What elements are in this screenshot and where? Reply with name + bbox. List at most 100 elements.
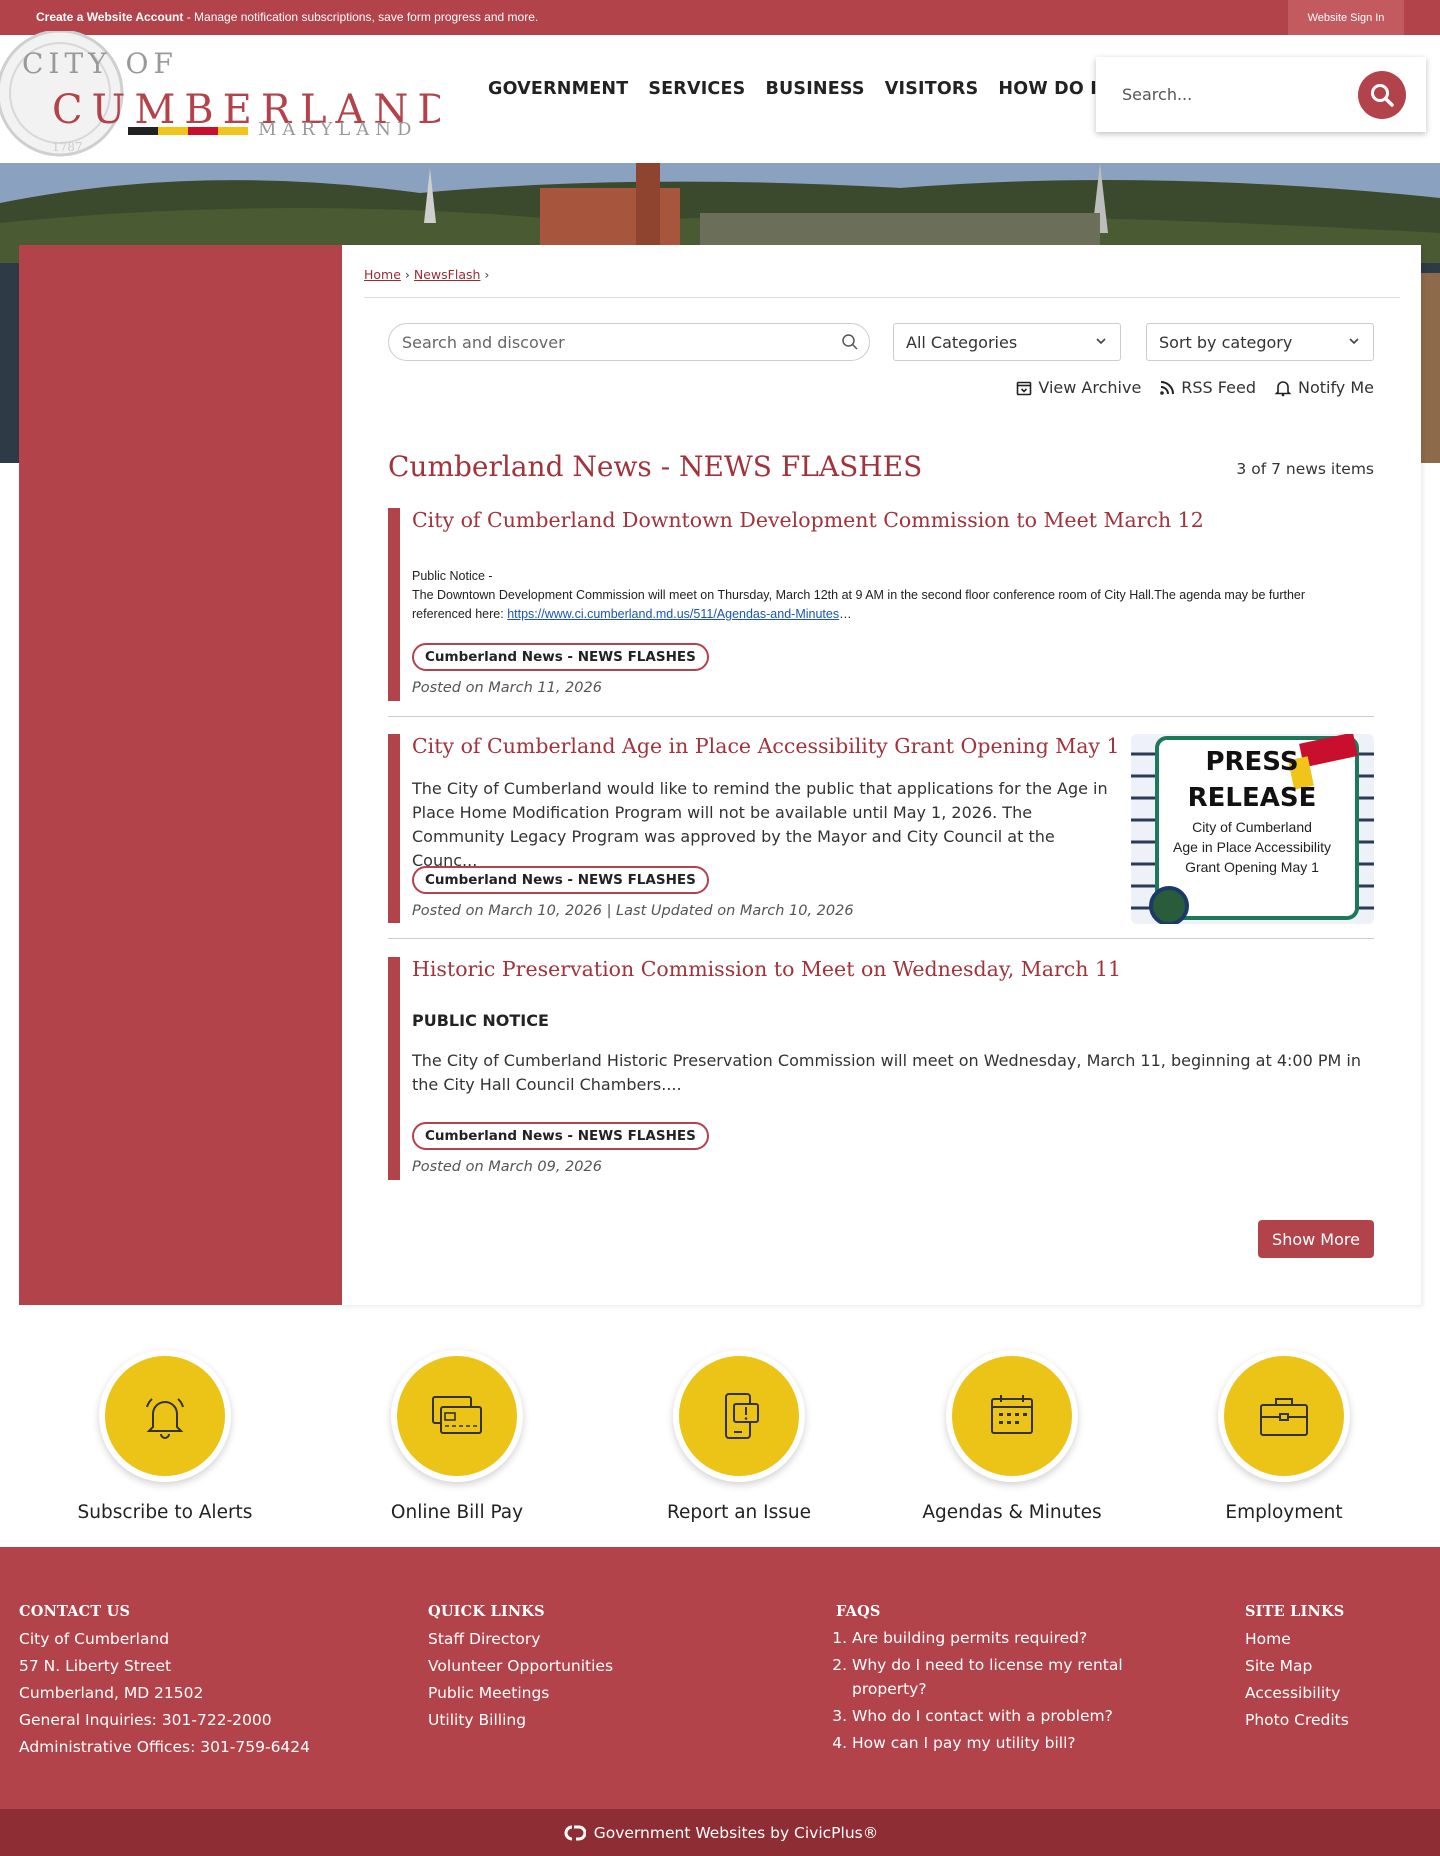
quick-link-report-issue[interactable]: Report an Issue xyxy=(629,1350,849,1523)
nav-government[interactable]: GOVERNMENT xyxy=(488,79,628,99)
view-archive-label: View Archive xyxy=(1038,378,1142,397)
press-release-thumbnail[interactable]: PRESS RELEASE City of Cumberland Age in … xyxy=(1131,734,1374,924)
phone-report-icon xyxy=(725,1393,759,1439)
footer-text: 57 N. Liberty Street xyxy=(19,1657,172,1675)
quick-link-bill-pay[interactable]: Online Bill Pay xyxy=(347,1350,567,1523)
nav-business[interactable]: BUSINESS xyxy=(765,79,864,99)
category-tag[interactable]: Cumberland News - NEWS FLASHES xyxy=(412,643,709,671)
divider xyxy=(364,297,1400,298)
thumb-line: Age in Place Accessibility xyxy=(1173,839,1331,855)
news-item-line-prefix: referenced here: xyxy=(412,607,508,621)
quick-link-inner xyxy=(1224,1356,1344,1476)
site-search-input[interactable]: Search... xyxy=(1122,85,1192,104)
breadcrumb-home[interactable]: Home xyxy=(364,267,401,282)
news-tools: View Archive RSS Feed Notify Me xyxy=(1016,378,1374,397)
quick-link-circle xyxy=(391,1350,523,1482)
footer-heading: SITE LINKS xyxy=(1245,1603,1345,1620)
footer-link[interactable]: Accessibility xyxy=(1245,1680,1349,1707)
faq-link[interactable]: Are building permits required? xyxy=(852,1626,1126,1650)
quick-link-employment[interactable]: Employment xyxy=(1174,1350,1394,1523)
category-select-value: All Categories xyxy=(906,333,1018,352)
civicplus-credit-text: Government Websites by CivicPlus® xyxy=(593,1823,879,1842)
news-search-input[interactable]: Search and discover xyxy=(388,323,870,361)
civicplus-credit[interactable]: Government Websites by CivicPlus® xyxy=(0,1809,1440,1856)
create-account-link[interactable]: Create a Website Account xyxy=(36,10,183,24)
footer-link[interactable]: Site Map xyxy=(1245,1653,1349,1680)
footer-link[interactable]: Utility Billing xyxy=(428,1707,613,1734)
rss-icon xyxy=(1160,380,1175,395)
create-account-message: Create a Website Account - Manage notifi… xyxy=(36,10,538,24)
faq-list: Are building permits required? Why do I … xyxy=(836,1626,1126,1755)
news-item: City of Cumberland Age in Place Accessib… xyxy=(388,734,1374,939)
footer-heading: QUICK LINKS xyxy=(428,1603,545,1620)
quick-link-inner xyxy=(105,1356,225,1476)
footer-text: Cumberland, MD 21502 xyxy=(19,1684,204,1702)
credit-card-icon xyxy=(432,1396,482,1434)
news-flash-content: Home › NewsFlash › Search and discover A… xyxy=(342,245,1421,1305)
nav-services[interactable]: SERVICES xyxy=(648,79,745,99)
footer-link[interactable]: Volunteer Opportunities xyxy=(428,1653,613,1680)
footer-link[interactable]: Staff Directory xyxy=(428,1626,613,1653)
chevron-down-icon xyxy=(1349,338,1359,345)
footer-text: Administrative Offices: 301-759-6424 xyxy=(19,1738,311,1756)
show-more-button[interactable]: Show More xyxy=(1258,1220,1374,1258)
faq-link[interactable]: Why do I need to license my rental prope… xyxy=(852,1653,1126,1701)
posted-date: Posted on March 11, 2026 xyxy=(412,680,602,696)
quick-link-label: Employment xyxy=(1225,1502,1343,1523)
quick-link-label: Online Bill Pay xyxy=(390,1502,524,1523)
logo-city-of: CITY OF xyxy=(22,47,178,80)
seal-year: 1787 xyxy=(52,140,83,154)
sort-select[interactable]: Sort by category xyxy=(1146,323,1374,361)
item-separator xyxy=(388,938,1374,939)
thumb-line: City of Cumberland xyxy=(1192,819,1312,835)
news-item-title[interactable]: City of Cumberland Downtown Development … xyxy=(412,508,1204,532)
footer-link[interactable]: Public Meetings xyxy=(428,1680,613,1707)
logo-maryland: MARYLAND xyxy=(258,119,417,140)
breadcrumb-sep: › xyxy=(484,267,490,282)
faq-link[interactable]: Who do I contact with a problem? xyxy=(852,1704,1126,1728)
site-header: 1787 CITY OF CUMBERLAND MARYLAND GOVERNM… xyxy=(0,31,1440,163)
news-item-title[interactable]: City of Cumberland Age in Place Accessib… xyxy=(412,734,1120,758)
city-logo[interactable]: 1787 CITY OF CUMBERLAND MARYLAND xyxy=(0,31,440,161)
bell-icon xyxy=(1274,380,1292,396)
archive-icon xyxy=(1017,381,1032,395)
quick-link-circle xyxy=(673,1350,805,1482)
faq-link[interactable]: How can I pay my utility bill? xyxy=(852,1731,1126,1755)
section-title: Cumberland News - NEWS FLASHES xyxy=(388,450,923,483)
item-separator xyxy=(388,716,1374,717)
quick-link-agendas[interactable]: Agendas & Minutes xyxy=(902,1350,1122,1523)
footer-text: General Inquiries: 301-722-2000 xyxy=(19,1711,272,1729)
notify-me-label: Notify Me xyxy=(1297,378,1374,397)
briefcase-icon xyxy=(1260,1398,1308,1436)
thumb-headline: PRESS xyxy=(1205,747,1298,777)
search-icon[interactable] xyxy=(841,333,859,351)
news-item-summary: The City of Cumberland Historic Preserva… xyxy=(412,1051,1361,1094)
thumb-headline: RELEASE xyxy=(1188,783,1317,813)
category-tag[interactable]: Cumberland News - NEWS FLASHES xyxy=(412,1122,709,1150)
sort-select-value: Sort by category xyxy=(1159,333,1293,352)
footer-heading: CONTACT US xyxy=(19,1603,131,1620)
quick-link-alerts[interactable]: Subscribe to Alerts xyxy=(55,1350,275,1523)
posted-date: Posted on March 09, 2026 xyxy=(412,1159,602,1175)
site-search-button[interactable] xyxy=(1358,71,1406,119)
quick-link-circle xyxy=(946,1350,1078,1482)
rss-feed-label: RSS Feed xyxy=(1181,378,1256,397)
breadcrumb-newsflash[interactable]: NewsFlash xyxy=(414,267,481,282)
news-item-accent-bar xyxy=(388,734,400,923)
notify-me-link[interactable]: Notify Me xyxy=(1274,378,1374,397)
agendas-link[interactable]: https://www.ci.cumberland.md.us/511/Agen… xyxy=(507,607,839,621)
news-item-heading: PUBLIC NOTICE xyxy=(412,1011,549,1030)
rss-feed-link[interactable]: RSS Feed xyxy=(1159,378,1256,397)
website-sign-in-button[interactable]: Website Sign In xyxy=(1288,0,1404,35)
news-item-summary: Public Notice - The Downtown Development… xyxy=(412,567,1305,624)
news-item-title[interactable]: Historic Preservation Commission to Meet… xyxy=(412,957,1121,981)
category-select[interactable]: All Categories xyxy=(893,323,1121,361)
footer-link[interactable]: Photo Credits xyxy=(1245,1707,1349,1734)
site-search: Search... xyxy=(1096,57,1426,132)
category-tag[interactable]: Cumberland News - NEWS FLASHES xyxy=(412,866,709,894)
nav-visitors[interactable]: VISITORS xyxy=(885,79,979,99)
view-archive-link[interactable]: View Archive xyxy=(1016,378,1141,397)
footer-link[interactable]: Home xyxy=(1245,1626,1349,1653)
chevron-down-icon xyxy=(1096,338,1106,345)
breadcrumb: Home › NewsFlash › xyxy=(364,267,489,282)
